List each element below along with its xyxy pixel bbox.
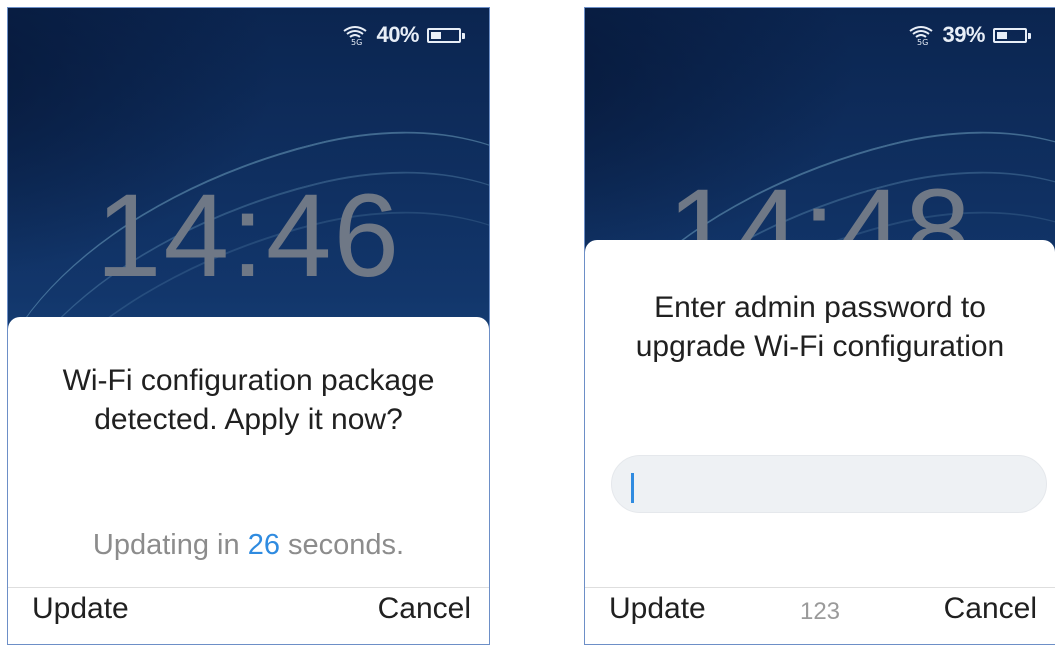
wifi-5g-icon: 5G	[909, 26, 934, 46]
phone-screen-wifi-prompt: 5G 40% 14:46 Wi-Fi configuration package…	[7, 7, 490, 645]
countdown-suffix: seconds.	[288, 529, 405, 561]
status-bar: 5G 39%	[908, 22, 1031, 48]
admin-password-dialog: Enter admin password to upgrade Wi-Fi co…	[585, 240, 1055, 644]
cancel-button[interactable]: Cancel	[378, 592, 471, 626]
countdown-prefix: Updating in	[92, 529, 240, 561]
cancel-button[interactable]: Cancel	[944, 592, 1037, 626]
wifi-config-dialog: Wi-Fi configuration package detected. Ap…	[8, 317, 489, 644]
status-bar: 5G 40%	[342, 22, 465, 48]
wifi-band-label: 5G	[351, 38, 362, 46]
battery-percent: 40%	[376, 22, 419, 47]
battery-percent: 39%	[942, 22, 985, 47]
countdown-seconds: 26	[247, 529, 280, 561]
softkey-bar: Update 123 Cancel	[585, 586, 1055, 644]
dialog-message: Wi-Fi configuration package detected. Ap…	[62, 364, 435, 436]
dialog-message: Enter admin password to upgrade Wi-Fi co…	[635, 291, 1005, 363]
battery-icon	[427, 27, 465, 43]
update-button[interactable]: Update	[32, 592, 129, 626]
phone-screen-admin-password: 5G 39% 14:48 Enter admin password to upg…	[584, 7, 1055, 645]
countdown-text: Updating in 26 seconds.	[8, 529, 489, 562]
softkey-bar: Update Cancel	[8, 586, 489, 644]
wifi-5g-icon: 5G	[343, 26, 368, 46]
battery-icon	[993, 27, 1031, 43]
wifi-band-label: 5G	[917, 38, 928, 46]
text-caret	[631, 473, 634, 503]
admin-password-input[interactable]	[611, 455, 1047, 513]
lockscreen-clock: 14:46	[95, 170, 402, 302]
